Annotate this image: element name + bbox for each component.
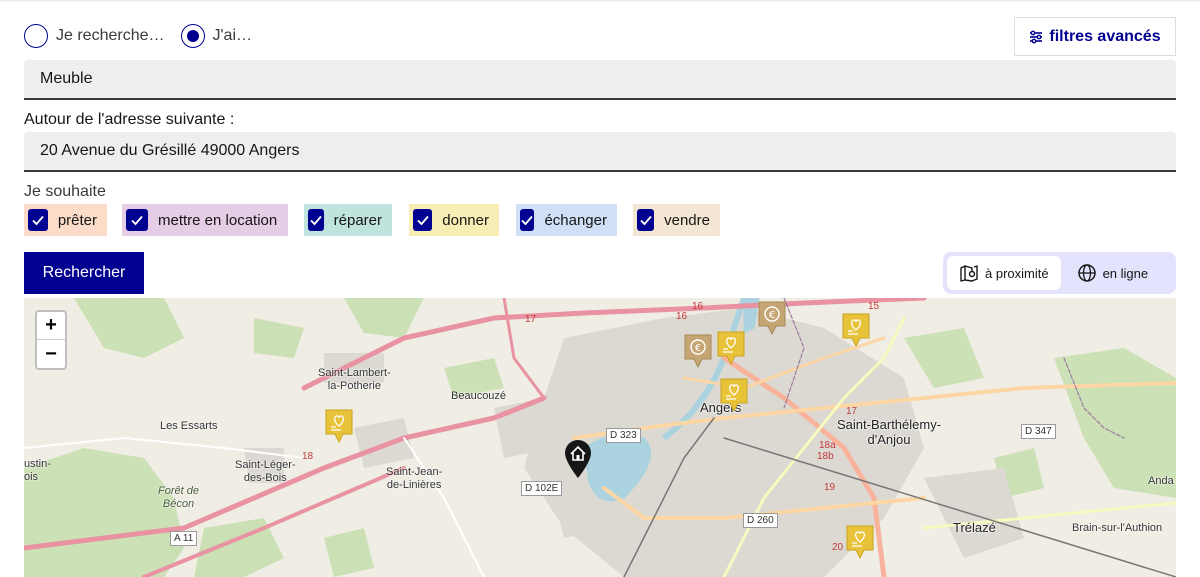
place-label: Saint-Lambert- la-Potherie: [318, 367, 391, 392]
toggle-nearby-label: à proximité: [985, 265, 1049, 281]
checkbox-label: réparer: [333, 211, 382, 229]
map-marker-vendre[interactable]: €: [757, 300, 787, 336]
svg-text:€: €: [695, 343, 701, 354]
checkbox-donner[interactable]: donner: [409, 204, 499, 236]
checkbox-checked-icon[interactable]: [520, 209, 535, 231]
place-label: Beaucouzé: [451, 390, 507, 402]
address-input[interactable]: 20 Avenue du Grésillé 49000 Angers: [24, 132, 1176, 172]
sliders-icon: [1030, 30, 1043, 43]
road-number: 18: [302, 451, 314, 462]
object-input[interactable]: Meuble: [24, 60, 1176, 100]
search-button[interactable]: Rechercher: [24, 252, 144, 294]
advanced-filters-label: filtres avancés: [1049, 27, 1161, 45]
checkbox-vendre[interactable]: vendre: [633, 204, 720, 236]
place-label: Brain-sur-l'Authion: [1072, 522, 1163, 534]
road-label: D 102E: [521, 481, 563, 496]
checkbox-label: échanger: [544, 211, 607, 229]
road-label: A 11: [170, 531, 198, 546]
place-label: ustin- ois: [24, 458, 51, 483]
checkbox-checked-icon[interactable]: [308, 209, 324, 231]
view-toggle: à proximité en ligne: [943, 252, 1176, 294]
wish-label: Je souhaite: [24, 183, 106, 200]
radio-label: J'ai…: [212, 27, 253, 44]
toggle-online[interactable]: en ligne: [1065, 256, 1161, 290]
map-marker-donner[interactable]: [716, 330, 746, 366]
object-input-value: Meuble: [40, 70, 93, 87]
place-label: Saint-Léger- des-Bois: [235, 459, 296, 484]
map-marker-donner[interactable]: [719, 377, 749, 413]
checkbox-label: vendre: [664, 211, 710, 229]
road-number: 17: [846, 406, 858, 417]
checkbox-mettre-en-location[interactable]: mettre en location: [122, 204, 288, 236]
map-pin-icon: [960, 265, 978, 282]
place-label: Saint-Jean- de-Linières: [386, 466, 443, 491]
home-marker[interactable]: [563, 438, 593, 480]
checkbox-checked-icon[interactable]: [637, 209, 655, 231]
road-label: D 260: [743, 513, 778, 528]
checkbox-preter[interactable]: prêter: [24, 204, 107, 236]
road-number: 18a: [819, 440, 836, 451]
radio-label: Je recherche…: [56, 27, 165, 44]
road-number: 18b: [817, 451, 834, 462]
road-number: 16: [692, 301, 704, 312]
address-label: Autour de l'adresse suivante :: [24, 111, 235, 128]
checkbox-echanger[interactable]: échanger: [516, 204, 617, 236]
checkbox-reparer[interactable]: réparer: [304, 204, 392, 236]
place-label: Forêt de Bécon: [158, 485, 199, 510]
svg-text:€: €: [769, 310, 775, 321]
search-mode-radio-group: Je recherche… J'ai…: [24, 24, 252, 48]
address-input-value: 20 Avenue du Grésillé 49000 Angers: [40, 142, 300, 159]
zoom-control: + −: [35, 310, 67, 370]
advanced-filters-button[interactable]: filtres avancés: [1014, 17, 1176, 56]
zoom-out-button[interactable]: −: [37, 340, 65, 368]
road-label: D 347: [1021, 424, 1056, 439]
checkbox-checked-icon[interactable]: [126, 209, 148, 231]
place-label: Trélazé: [953, 520, 996, 535]
map-marker-donner[interactable]: [324, 408, 354, 444]
checkbox-checked-icon[interactable]: [28, 209, 48, 231]
place-label: Saint-Barthélemy- d'Anjou: [837, 417, 942, 447]
place-label: Anda: [1148, 475, 1174, 487]
radio-circle-checked[interactable]: [180, 24, 205, 48]
toggle-online-label: en ligne: [1102, 265, 1149, 281]
map-marker-vendre[interactable]: €: [683, 333, 713, 369]
road-number: 19: [824, 482, 836, 493]
toggle-nearby[interactable]: à proximité: [947, 256, 1061, 290]
radio-j-ai[interactable]: J'ai…: [180, 24, 253, 48]
checkbox-label: donner: [442, 211, 489, 229]
road-number: 17: [525, 314, 537, 325]
zoom-in-button[interactable]: +: [37, 312, 65, 340]
road-number: 16: [676, 311, 688, 322]
checkbox-checked-icon[interactable]: [413, 209, 433, 231]
road-number: 20: [832, 542, 844, 553]
road-number: 15: [868, 301, 880, 312]
radio-circle[interactable]: [24, 24, 48, 48]
map-marker-donner[interactable]: [845, 524, 875, 560]
radio-je-recherche[interactable]: Je recherche…: [24, 24, 165, 48]
map[interactable]: + − Saint-Lambert- la-Potherie Beaucouzé…: [24, 298, 1176, 577]
map-marker-donner[interactable]: [841, 312, 871, 348]
top-border: [0, 0, 1200, 2]
road-label: D 323: [606, 428, 641, 443]
checkbox-label: mettre en location: [158, 211, 278, 229]
globe-icon: [1077, 264, 1096, 282]
checkbox-label: prêter: [57, 211, 97, 229]
place-label: Les Essarts: [160, 420, 218, 432]
